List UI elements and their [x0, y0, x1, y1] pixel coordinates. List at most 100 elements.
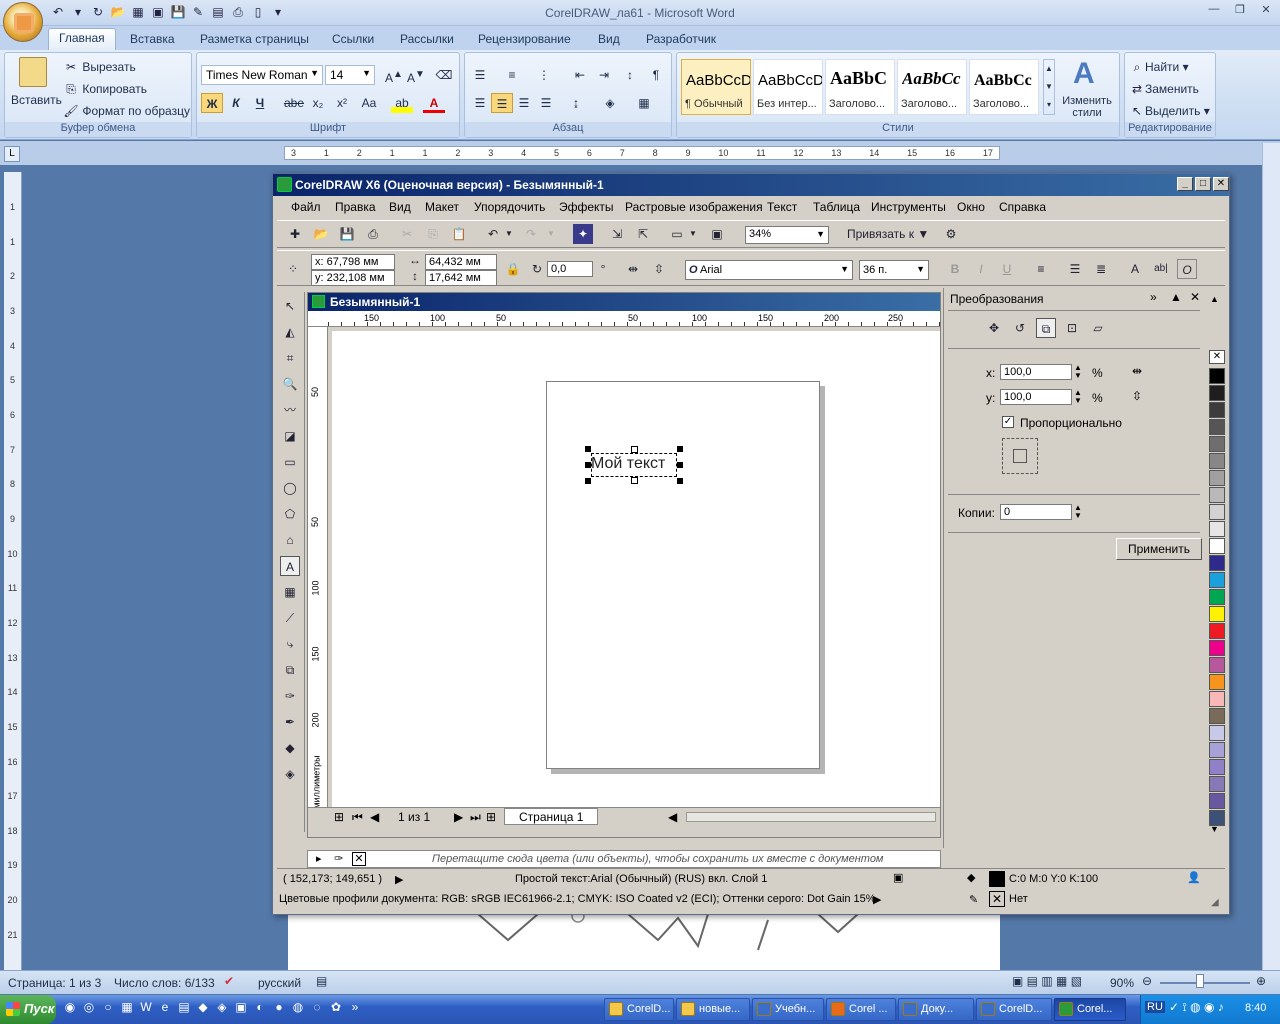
- tab-review[interactable]: Рецензирование: [468, 30, 581, 50]
- color-swatch[interactable]: [1209, 419, 1225, 435]
- app-icon[interactable]: ◍: [290, 999, 306, 1015]
- selection-handle[interactable]: [585, 446, 591, 452]
- cut-icon[interactable]: ✂: [397, 224, 417, 244]
- page-status[interactable]: Страница: 1 из 3: [8, 976, 101, 990]
- notepad-icon[interactable]: ▤: [176, 999, 192, 1015]
- copy-button[interactable]: ⎘ Копировать: [63, 81, 147, 97]
- color-swatch[interactable]: [1209, 640, 1225, 656]
- close-button[interactable]: ✕: [1213, 177, 1229, 191]
- height-field[interactable]: 17,642 мм: [425, 270, 497, 286]
- menu-bitmaps[interactable]: Растровые изображения: [625, 200, 763, 214]
- ellipse-tool-icon[interactable]: ◯: [280, 478, 300, 498]
- line-spacing-icon[interactable]: ↨: [565, 93, 587, 113]
- zoom-in-icon[interactable]: ⊕: [1256, 974, 1266, 988]
- clock[interactable]: 8:40: [1245, 1002, 1266, 1014]
- align-right-icon[interactable]: ☰: [513, 93, 535, 113]
- color-swatch[interactable]: [1209, 674, 1225, 690]
- underline-button[interactable]: Ч: [249, 93, 271, 113]
- app-icon[interactable]: ▣: [233, 999, 249, 1015]
- color-swatch[interactable]: [1209, 589, 1225, 605]
- zoom-slider-thumb[interactable]: [1196, 974, 1204, 988]
- zoom-level-combo[interactable]: 34% ▼: [745, 226, 829, 244]
- taskbar-task[interactable]: Учебн...: [752, 998, 824, 1021]
- save-icon[interactable]: 💾: [337, 224, 357, 244]
- change-styles-icon[interactable]: A: [1073, 57, 1095, 91]
- shading-icon[interactable]: ◈: [599, 93, 621, 113]
- color-swatch[interactable]: [1209, 555, 1225, 571]
- maximize-button[interactable]: ❐: [1230, 3, 1250, 19]
- bullet-list-icon[interactable]: ☰: [1065, 259, 1085, 279]
- bullets-icon[interactable]: ☰: [469, 65, 491, 85]
- font-name-combo[interactable]: Times New Roman ▼: [201, 65, 323, 85]
- color-swatch[interactable]: [1209, 436, 1225, 452]
- rectangle-tool-icon[interactable]: ▭: [280, 452, 300, 472]
- apply-button[interactable]: Применить: [1116, 538, 1202, 560]
- y-scale-spinner[interactable]: ▲ ▼: [1074, 389, 1082, 405]
- x-position-field[interactable]: x: 67,798 мм: [311, 254, 395, 270]
- text-align-icon[interactable]: ≡: [1031, 259, 1051, 279]
- italic-button[interactable]: К: [225, 93, 247, 113]
- proofing-icon[interactable]: ✔: [224, 974, 234, 988]
- taskbar-task[interactable]: Доку...: [898, 998, 974, 1021]
- color-swatch[interactable]: [1209, 453, 1225, 469]
- tab-mailings[interactable]: Рассылки: [390, 30, 464, 50]
- vertical-ruler[interactable]: 1 1 2 3 4 5 6 7 8 9 10 11 12 13 14 15 16 17 18 19 20 21: [4, 172, 22, 970]
- color-swatch[interactable]: [1209, 725, 1225, 741]
- canvas-vertical-ruler[interactable]: 50 50 100 150 200 миллиметры: [308, 327, 328, 807]
- connector-tool-icon[interactable]: ⤷: [280, 634, 300, 654]
- first-page-icon[interactable]: ⏮: [352, 810, 363, 825]
- user-icon[interactable]: 👤: [1187, 871, 1201, 884]
- word-count[interactable]: Число слов: 6/133: [114, 976, 215, 990]
- find-button[interactable]: ⌕ Найти ▾: [1129, 59, 1189, 75]
- color-swatch[interactable]: [1209, 572, 1225, 588]
- copies-field[interactable]: 0: [1000, 504, 1072, 520]
- style-no-spacing[interactable]: AaBbCcD Без интер...: [753, 59, 823, 115]
- color-swatch[interactable]: [1209, 504, 1225, 520]
- numbering-icon[interactable]: ≡: [501, 65, 523, 85]
- word-icon[interactable]: W: [138, 999, 154, 1015]
- horizontal-scrollbar[interactable]: [686, 812, 936, 822]
- open-icon[interactable]: 📂: [311, 224, 331, 244]
- eyedropper-tool-icon[interactable]: ✑: [280, 686, 300, 706]
- chevron-down-icon[interactable]: ▼: [499, 224, 519, 244]
- edit-text-icon[interactable]: ab|: [1151, 259, 1171, 279]
- tab-references[interactable]: Ссылки: [322, 30, 384, 50]
- decrease-indent-icon[interactable]: ⇤: [569, 65, 591, 85]
- profiles-arrow-icon[interactable]: ▶: [873, 893, 881, 906]
- shape-tool-icon[interactable]: ◭: [280, 322, 300, 342]
- blend-tool-icon[interactable]: ⧉: [280, 660, 300, 680]
- superscript-button[interactable]: x²: [331, 93, 353, 113]
- drawing-canvas[interactable]: Мой текст: [332, 331, 940, 807]
- selection-handle[interactable]: [631, 446, 638, 453]
- language-status[interactable]: русский: [258, 976, 301, 990]
- font-size-combo[interactable]: 14 ▼: [325, 65, 375, 85]
- style-heading-3[interactable]: AaBbCc Заголово...: [969, 59, 1039, 115]
- canvas-horizontal-ruler[interactable]: 150 100 50 50 100 150 200 250: [308, 311, 940, 327]
- taskbar-task[interactable]: CorelD...: [976, 998, 1052, 1021]
- docker-close-icon[interactable]: ✕: [1190, 290, 1200, 304]
- mirror-vertical-icon[interactable]: ⇳: [649, 259, 669, 279]
- options-icon[interactable]: ⚙: [941, 224, 961, 244]
- select-button[interactable]: ↖ Выделить ▾: [1129, 103, 1210, 119]
- italic-icon[interactable]: I: [971, 259, 991, 279]
- increase-indent-icon[interactable]: ⇥: [593, 65, 615, 85]
- palette-scroll-up-icon[interactable]: ▲: [1210, 294, 1219, 304]
- zoom-level[interactable]: 90%: [1110, 976, 1134, 990]
- add-page-end-icon[interactable]: ⊞: [486, 810, 496, 824]
- excel-icon[interactable]: ▦: [119, 999, 135, 1015]
- no-fill-swatch[interactable]: ✕: [1209, 350, 1225, 364]
- menu-table[interactable]: Таблица: [813, 200, 860, 214]
- print-icon[interactable]: ⎙: [363, 224, 383, 244]
- import-icon[interactable]: ⇲: [607, 224, 627, 244]
- style-heading-1[interactable]: AaBbC Заголово...: [825, 59, 895, 115]
- strikethrough-button[interactable]: abe: [283, 93, 305, 113]
- dimension-tool-icon[interactable]: ⟋: [280, 608, 300, 628]
- prev-page-icon[interactable]: ◀: [370, 810, 379, 824]
- canvas-text[interactable]: Мой текст: [591, 453, 665, 475]
- taskbar-task[interactable]: новые...: [676, 998, 750, 1021]
- zoom-slider[interactable]: [1160, 982, 1250, 984]
- snap-to-button[interactable]: Привязать к ▼: [847, 224, 937, 244]
- taskbar-task[interactable]: CorelD...: [604, 998, 674, 1021]
- basic-shapes-icon[interactable]: ⌂: [280, 530, 300, 550]
- color-swatch[interactable]: [1209, 402, 1225, 418]
